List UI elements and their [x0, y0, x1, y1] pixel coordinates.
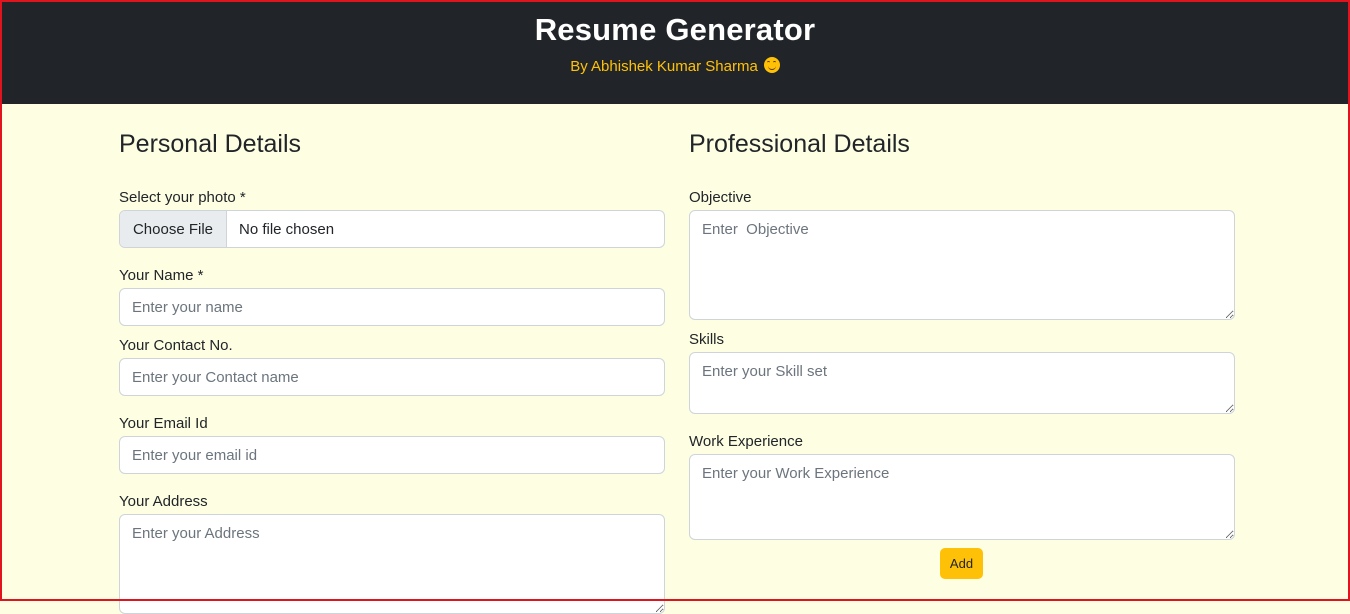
page-header: Resume Generator By Abhishek Kumar Sharm…	[0, 0, 1350, 104]
page-title: Resume Generator	[534, 12, 816, 47]
smiling-face-icon	[763, 57, 780, 73]
name-label: Your Name *	[119, 267, 204, 284]
author-byline: By Abhishek Kumar Sharma	[0, 57, 1350, 75]
choose-file-button[interactable]: Choose File	[120, 211, 227, 247]
name-input[interactable]	[119, 288, 665, 326]
contact-label: Your Contact No.	[119, 337, 233, 354]
objective-textarea[interactable]	[689, 210, 1235, 320]
add-button[interactable]: Add	[940, 548, 983, 579]
file-status-text: No file chosen	[239, 220, 335, 238]
contact-input[interactable]	[119, 358, 665, 396]
author-text: By Abhishek Kumar Sharma	[570, 58, 758, 75]
objective-label: Objective	[689, 189, 752, 206]
professional-details-heading: Professional Details	[689, 130, 910, 158]
photo-file-input[interactable]: Choose File No file chosen	[119, 210, 665, 248]
personal-details-heading: Personal Details	[119, 130, 302, 158]
skills-label: Skills	[689, 331, 725, 348]
email-input[interactable]	[119, 436, 665, 474]
photo-label: Select your photo *	[119, 189, 246, 206]
email-label: Your Email Id	[119, 415, 208, 432]
experience-textarea[interactable]	[689, 454, 1235, 540]
address-textarea[interactable]	[119, 514, 665, 614]
skills-textarea[interactable]	[689, 352, 1235, 414]
address-label: Your Address	[119, 493, 208, 510]
experience-label: Work Experience	[689, 433, 803, 450]
